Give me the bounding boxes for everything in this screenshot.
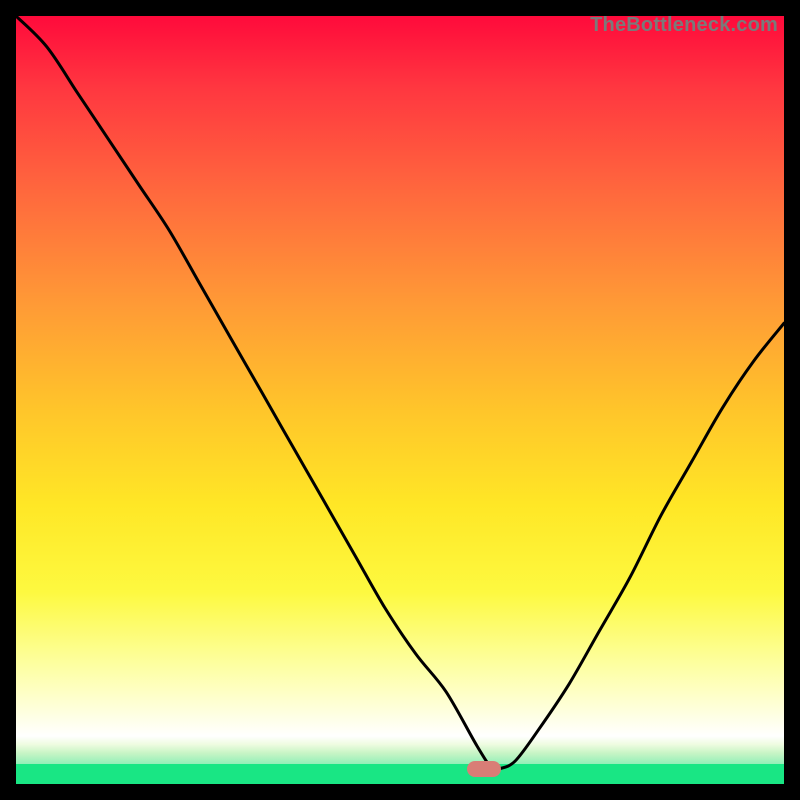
chart-frame: TheBottleneck.com [0, 0, 800, 800]
bottleneck-curve [16, 16, 784, 784]
optimum-marker [467, 761, 501, 777]
watermark-text: TheBottleneck.com [590, 14, 778, 37]
plot-area [16, 16, 784, 784]
